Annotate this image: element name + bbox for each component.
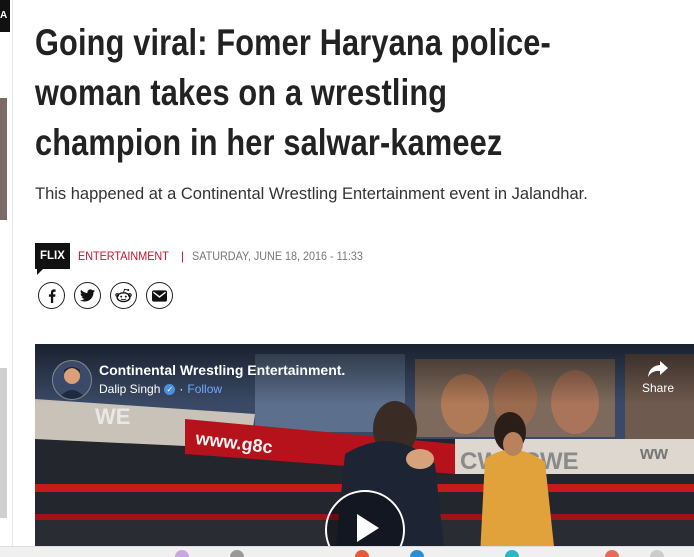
reddit-icon <box>115 288 132 303</box>
article-meta: FLIX ENTERTAINMENT | SATURDAY, JUNE 18, … <box>35 240 382 275</box>
video-author[interactable]: Dalip Singh <box>99 382 160 396</box>
bottom-taskbar-strip <box>0 546 694 557</box>
follow-separator: · <box>179 382 184 396</box>
verified-badge-icon: ✓ <box>164 383 176 395</box>
article-summary: This happened at a Continental Wrestling… <box>35 185 588 203</box>
facebook-icon <box>48 288 56 303</box>
meta-separator: | <box>180 249 184 263</box>
video-page-name[interactable]: Continental Wrestling Entertainment. <box>99 362 345 378</box>
share-arrow-icon <box>648 361 668 377</box>
video-share-label: Share <box>641 381 675 395</box>
twitter-icon <box>80 289 95 302</box>
video-author-line: Dalip Singh ✓ · Follow <box>99 382 222 396</box>
email-share-button[interactable] <box>146 282 173 309</box>
sidebar-thumbnail[interactable] <box>0 98 7 220</box>
email-icon <box>152 289 167 302</box>
banner-text: WE <box>95 404 130 429</box>
reddit-share-button[interactable] <box>110 282 137 309</box>
article-headline: Going viral: Fomer Haryana police-woman … <box>35 22 551 163</box>
video-player[interactable]: www.g8c CWE CWE WE ww Continental Wrestl… <box>35 344 694 556</box>
left-sidebar-strip: A <box>0 0 13 556</box>
article-datetime: SATURDAY, JUNE 18, 2016 - 11:33 <box>191 249 363 263</box>
video-share-button[interactable]: Share <box>633 360 683 395</box>
channel-avatar[interactable] <box>52 360 92 400</box>
follow-link[interactable]: Follow <box>187 382 222 396</box>
share-buttons <box>38 282 173 309</box>
category-link[interactable]: ENTERTAINMENT <box>78 249 169 263</box>
source-badge[interactable]: FLIX <box>35 243 70 275</box>
banner-text: ww <box>639 443 669 463</box>
sidebar-thumbnail[interactable] <box>0 368 7 518</box>
sidebar-logo-fragment: A <box>0 0 10 32</box>
facebook-share-button[interactable] <box>38 282 65 309</box>
twitter-share-button[interactable] <box>74 282 101 309</box>
